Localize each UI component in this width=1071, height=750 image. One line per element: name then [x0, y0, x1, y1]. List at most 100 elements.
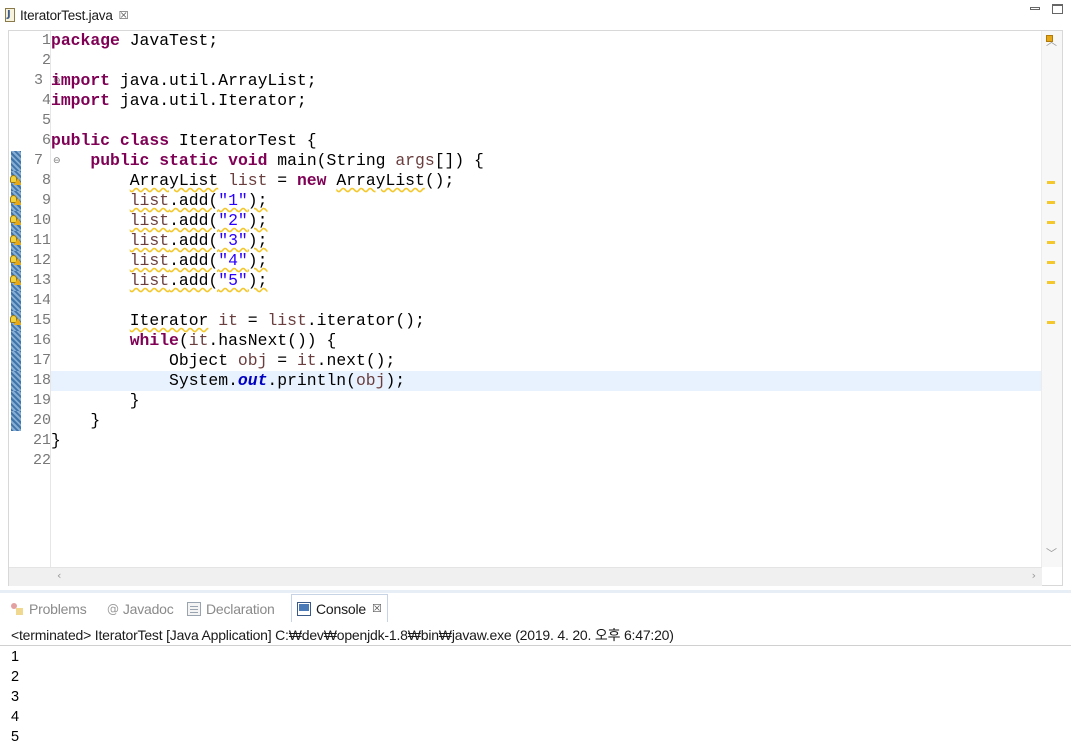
close-tab-icon[interactable]: ☒	[372, 602, 382, 615]
line-number: 12	[32, 252, 51, 269]
change-bar	[11, 391, 21, 411]
warning-overview-mark[interactable]	[1047, 181, 1055, 184]
local-var: list	[129, 211, 170, 230]
code-text: );	[247, 251, 268, 270]
scroll-left-icon[interactable]: ‹	[57, 569, 61, 582]
change-bar	[11, 291, 21, 311]
scroll-down-icon[interactable]: ﹀	[1046, 545, 1057, 561]
warning-icon[interactable]	[10, 315, 22, 326]
code-text: JavaTest;	[119, 31, 219, 50]
code-text: =	[267, 351, 297, 370]
string-literal: "3"	[218, 231, 248, 250]
code-line: }	[51, 391, 1042, 411]
local-var: it	[218, 311, 238, 330]
change-bar	[11, 371, 21, 391]
code-line: }	[51, 431, 1042, 451]
keyword: import	[51, 91, 111, 110]
change-bar	[11, 351, 21, 371]
maximize-button[interactable]	[1052, 4, 1063, 14]
code-text: .add(	[169, 271, 219, 290]
code-line: list.add("2");	[51, 211, 1042, 231]
string-literal: "2"	[218, 211, 248, 230]
code-line: package JavaTest;	[51, 31, 1042, 51]
warning-overview-mark[interactable]	[1047, 321, 1055, 324]
editor-tab-iteratortest[interactable]: J IteratorTest.java ☒	[4, 4, 129, 26]
code-text: );	[385, 371, 406, 390]
overview-ruler[interactable]: ︿ ﹀	[1041, 31, 1062, 567]
code-line: list.add("5");	[51, 271, 1042, 291]
tab-label: Console	[316, 600, 366, 617]
code-text: []) {	[434, 151, 484, 170]
scroll-up-icon[interactable]: ︿	[1046, 33, 1057, 49]
code-text: .iterator();	[306, 311, 425, 330]
line-number: 16	[32, 332, 51, 349]
warning-icon[interactable]	[10, 175, 22, 186]
line-number: 17	[32, 352, 51, 369]
warning-overview-mark[interactable]	[1047, 221, 1055, 224]
code-text: .add(	[169, 231, 219, 250]
line-number: 18	[32, 372, 51, 389]
warning-icon[interactable]	[10, 235, 22, 246]
current-code-line: System.out.println(obj);	[51, 371, 1042, 391]
warning-overview-mark[interactable]	[1047, 261, 1055, 264]
declaration-icon	[187, 602, 201, 616]
code-text-area[interactable]: package JavaTest; import java.util.Array…	[51, 31, 1042, 567]
change-bar	[11, 411, 21, 431]
warning-icon[interactable]	[10, 275, 22, 286]
line-number: 13	[32, 272, 51, 289]
tab-declaration[interactable]: Declaration	[187, 596, 275, 622]
keyword: import	[51, 71, 111, 90]
code-editor[interactable]: 1 2 3 ⊖ 4 5 6 7 ⊖ 8 9 10 11 12 13 14 15 …	[8, 30, 1063, 586]
code-line: list.add("1");	[51, 191, 1042, 211]
code-text: }	[51, 431, 61, 450]
code-text: .hasNext()) {	[208, 331, 337, 350]
line-number: 5	[41, 112, 51, 129]
scroll-right-icon[interactable]: ›	[1032, 569, 1036, 582]
local-var: obj	[355, 371, 386, 390]
warning-icon[interactable]	[10, 215, 22, 226]
type-name: ArrayList	[336, 171, 425, 190]
code-text: }	[129, 391, 140, 410]
string-literal: "1"	[218, 191, 248, 210]
code-text: ();	[424, 171, 455, 190]
code-text: .add(	[169, 191, 219, 210]
line-number: 8	[41, 172, 51, 189]
annotation-marker-bar	[9, 31, 22, 585]
close-tab-icon[interactable]: ☒	[119, 9, 129, 22]
editor-tab-bar: J IteratorTest.java ☒	[0, 0, 1071, 30]
horizontal-scrollbar[interactable]: ‹ ›	[51, 567, 1042, 586]
tab-label: Declaration	[206, 601, 275, 617]
code-line: Object obj = it.next();	[51, 351, 1042, 371]
local-var: obj	[237, 351, 268, 370]
keyword: public	[90, 151, 150, 170]
type-name: Iterator	[129, 311, 209, 330]
warning-icon[interactable]	[10, 195, 22, 206]
line-number: 10	[32, 212, 51, 229]
line-number: 19	[32, 392, 51, 409]
line-number: 9	[41, 192, 51, 209]
code-text: }	[90, 411, 101, 430]
keyword: class	[119, 131, 170, 150]
warning-overview-mark[interactable]	[1047, 241, 1055, 244]
code-text: );	[247, 191, 268, 210]
code-text: .println(	[267, 371, 356, 390]
tab-javadoc[interactable]: @ Javadoc	[107, 596, 174, 622]
warning-icon[interactable]	[10, 255, 22, 266]
local-var: list	[129, 191, 170, 210]
tab-console[interactable]: Console ☒	[291, 594, 388, 622]
code-line: list.add("3");	[51, 231, 1042, 251]
warning-overview-mark[interactable]	[1047, 281, 1055, 284]
panel-divider[interactable]	[0, 590, 1071, 593]
warning-overview-mark[interactable]	[1047, 201, 1055, 204]
keyword: new	[296, 171, 327, 190]
local-var: it	[188, 331, 209, 350]
minimize-button[interactable]	[1030, 4, 1041, 14]
code-text: java.util.Iterator;	[110, 91, 307, 110]
local-var: list	[267, 311, 307, 330]
tab-problems[interactable]: Problems	[10, 596, 87, 622]
change-bar	[11, 331, 21, 351]
line-number: 11	[32, 232, 51, 249]
code-text: IteratorTest {	[169, 131, 317, 150]
code-line: }	[51, 411, 1042, 431]
code-text: =	[237, 311, 268, 330]
